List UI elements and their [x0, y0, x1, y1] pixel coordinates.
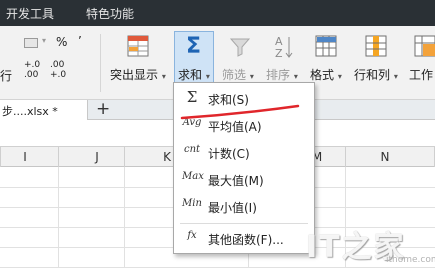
- rows-columns-button[interactable]: 行和列 ▾: [354, 66, 398, 83]
- menu-item-label: 计数(C): [208, 147, 250, 161]
- column-header-i[interactable]: I: [18, 150, 32, 164]
- increase-decimal-button[interactable]: +.0: [24, 60, 40, 70]
- worksheet-button[interactable]: 工作: [409, 66, 433, 83]
- menu-item-average[interactable]: Avg 平均值(A): [174, 113, 314, 139]
- sort-button[interactable]: 排序 ▾: [266, 66, 298, 83]
- percent-format-button[interactable]: %: [56, 35, 67, 49]
- svg-text:Z: Z: [275, 47, 283, 60]
- menu-item-label: 其他函数(F)...: [208, 233, 284, 247]
- format-table-icon[interactable]: [315, 35, 337, 57]
- menu-item-max[interactable]: Max 最大值(M): [174, 167, 314, 193]
- truncated-label: 行: [0, 69, 13, 83]
- menu-item-label: 求和(S): [208, 93, 249, 107]
- sigma-icon: Σ: [186, 88, 198, 106]
- increase-decimal-sub: .00: [24, 70, 39, 80]
- menu-item-sum[interactable]: Σ 求和(S): [174, 86, 314, 112]
- filter-button[interactable]: 筛选 ▾: [222, 66, 254, 83]
- menu-item-other-functions[interactable]: fx 其他函数(F)...: [174, 226, 314, 252]
- sigma-icon: Σ: [186, 34, 202, 59]
- document-tab[interactable]: 步....xlsx *: [0, 100, 88, 120]
- menu-item-label: 最大值(M): [208, 174, 264, 188]
- menu-item-min[interactable]: Min 最小值(I): [174, 194, 314, 220]
- currency-format-icon[interactable]: [24, 38, 38, 48]
- autosum-label[interactable]: 求和 ▾: [178, 66, 210, 83]
- new-tab-button[interactable]: +: [96, 99, 110, 119]
- autosum-dropdown-menu: Σ 求和(S) Avg 平均值(A) cnt 计数(C) Max 最大值(M) …: [173, 82, 315, 254]
- watermark-url: ithome.com: [386, 255, 435, 265]
- decrease-decimal-button[interactable]: .00: [50, 60, 64, 70]
- thousands-separator-button[interactable]: ’: [78, 34, 82, 48]
- menu-item-special-features[interactable]: 特色功能: [86, 5, 134, 22]
- decrease-decimal-sub: +.0: [50, 70, 67, 80]
- rows-columns-icon[interactable]: [365, 35, 387, 57]
- menu-item-label: 最小值(I): [208, 201, 257, 215]
- column-header-j[interactable]: J: [90, 150, 104, 164]
- min-icon: Min: [182, 198, 202, 209]
- count-icon: cnt: [183, 144, 201, 155]
- function-icon: fx: [187, 230, 197, 241]
- menu-bar: 开发工具 特色功能: [0, 0, 435, 26]
- max-icon: Max: [182, 171, 204, 182]
- highlight-grid-icon[interactable]: [127, 35, 149, 57]
- average-icon: Avg: [182, 117, 202, 128]
- menu-divider: [180, 223, 308, 224]
- menu-item-label: 平均值(A): [208, 120, 262, 134]
- column-header-n[interactable]: N: [378, 150, 392, 164]
- menu-item-count[interactable]: cnt 计数(C): [174, 140, 314, 166]
- sort-az-icon[interactable]: A Z: [272, 34, 294, 60]
- worksheet-icon[interactable]: [414, 35, 435, 57]
- highlight-button[interactable]: 突出显示 ▾: [110, 66, 166, 83]
- filter-funnel-icon[interactable]: [229, 36, 251, 58]
- column-header-k[interactable]: K: [160, 150, 174, 164]
- ribbon-divider: [100, 34, 101, 92]
- menu-item-developer-tools[interactable]: 开发工具: [6, 5, 54, 22]
- format-button[interactable]: 格式 ▾: [310, 66, 342, 83]
